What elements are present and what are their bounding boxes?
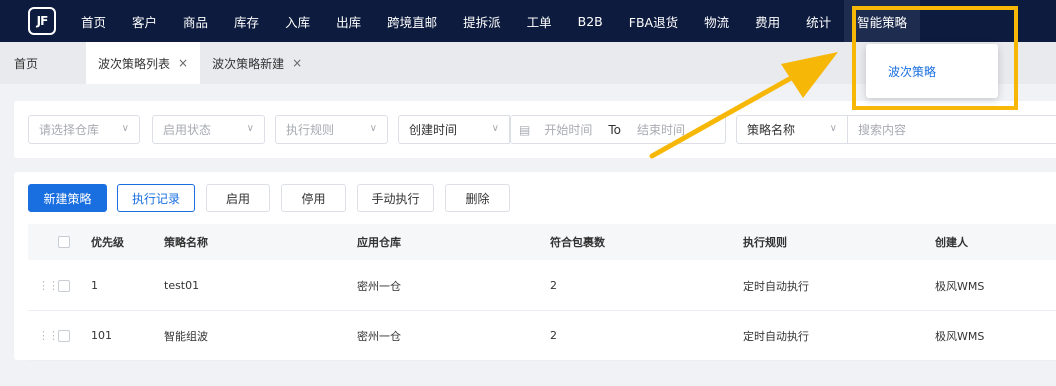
nav-item-statistics[interactable]: 统计 bbox=[793, 0, 844, 42]
row-priority: 101 bbox=[91, 329, 112, 342]
tab-wave-strategy-list[interactable]: 波次策略列表 × bbox=[86, 42, 201, 84]
chevron-down-icon: ∨ bbox=[121, 123, 129, 134]
chevron-down-icon: ∨ bbox=[491, 123, 499, 134]
nav-item-inventory[interactable]: 库存 bbox=[221, 0, 272, 42]
new-strategy-button[interactable]: 新建策略 bbox=[28, 184, 107, 212]
close-icon[interactable]: × bbox=[292, 56, 302, 70]
menu-item-wave-strategy[interactable]: 波次策略 bbox=[888, 63, 936, 80]
search-field-value: 策略名称 bbox=[747, 123, 796, 137]
end-date-input[interactable]: 结束时间 bbox=[637, 121, 685, 138]
nav-item-b2b[interactable]: B2B bbox=[565, 0, 616, 42]
nav-item-customers[interactable]: 客户 bbox=[119, 0, 170, 42]
execution-records-button[interactable]: 执行记录 bbox=[117, 184, 195, 212]
tab-label: 波次策略列表 bbox=[98, 56, 171, 71]
table-row[interactable]: ⋮⋮ 101 智能组波 密州一仓 2 定时自动执行 极风WMS bbox=[28, 311, 1056, 361]
nav-item-pickup[interactable]: 提拆派 bbox=[450, 0, 514, 42]
column-header-rule[interactable]: 执行规则 bbox=[743, 224, 787, 260]
chevron-down-icon: ∨ bbox=[246, 123, 254, 134]
row-warehouse: 密州一仓 bbox=[357, 329, 401, 343]
filter-panel: 请选择仓库 ∨ 启用状态 ∨ 执行规则 ∨ 创建时间 ∨ ▤ 开始时间 To 结… bbox=[14, 101, 1056, 158]
row-name: 智能组波 bbox=[164, 329, 208, 343]
column-header-name[interactable]: 策略名称 bbox=[164, 224, 208, 260]
tab-home[interactable]: 首页 bbox=[0, 42, 86, 84]
nav-item-products[interactable]: 商品 bbox=[170, 0, 221, 42]
status-select-placeholder: 启用状态 bbox=[163, 123, 212, 137]
search-input-placeholder: 搜索内容 bbox=[858, 123, 907, 137]
row-package-count: 2 bbox=[550, 329, 557, 342]
drag-handle-icon[interactable]: ⋮⋮ bbox=[38, 261, 59, 310]
time-type-value: 创建时间 bbox=[409, 123, 458, 137]
table-header: 优先级 策略名称 应用仓库 符合包裹数 执行规则 创建人 bbox=[28, 224, 1056, 260]
tab-label: 波次策略新建 bbox=[212, 56, 285, 71]
nav-item-tickets[interactable]: 工单 bbox=[514, 0, 565, 42]
smart-strategy-dropdown: 波次策略 bbox=[866, 44, 998, 98]
logo[interactable]: JF bbox=[28, 7, 56, 35]
status-select[interactable]: 启用状态 ∨ bbox=[152, 115, 265, 144]
nav-item-inbound[interactable]: 入库 bbox=[272, 0, 323, 42]
nav-item-fees[interactable]: 费用 bbox=[742, 0, 793, 42]
search-field-select[interactable]: 策略名称 ∨ bbox=[736, 115, 848, 144]
search-input[interactable]: 搜索内容 bbox=[848, 115, 1056, 144]
table-row[interactable]: ⋮⋮ 1 test01 密州一仓 2 定时自动执行 极风WMS bbox=[28, 261, 1056, 311]
row-warehouse: 密州一仓 bbox=[357, 279, 401, 293]
manual-execute-button[interactable]: 手动执行 bbox=[357, 184, 434, 212]
row-creator: 极风WMS bbox=[935, 329, 985, 343]
nav-item-logistics[interactable]: 物流 bbox=[691, 0, 742, 42]
select-all-checkbox[interactable] bbox=[58, 224, 70, 260]
time-type-select[interactable]: 创建时间 ∨ bbox=[398, 115, 510, 144]
row-creator: 极风WMS bbox=[935, 279, 985, 293]
rule-select[interactable]: 执行规则 ∨ bbox=[275, 115, 388, 144]
nav-item-cross-border[interactable]: 跨境直邮 bbox=[374, 0, 450, 42]
column-header-priority[interactable]: 优先级 bbox=[91, 224, 124, 260]
chevron-down-icon: ∨ bbox=[829, 123, 837, 134]
row-checkbox[interactable] bbox=[58, 311, 70, 360]
warehouse-select-placeholder: 请选择仓库 bbox=[39, 123, 100, 137]
close-icon[interactable]: × bbox=[178, 56, 188, 70]
row-rule: 定时自动执行 bbox=[743, 329, 809, 343]
column-header-creator[interactable]: 创建人 bbox=[935, 224, 968, 260]
nav-item-smart-strategy[interactable]: 智能策略 bbox=[844, 0, 921, 42]
tab-home-label: 首页 bbox=[14, 56, 39, 71]
warehouse-select[interactable]: 请选择仓库 ∨ bbox=[28, 115, 140, 144]
chevron-down-icon: ∨ bbox=[369, 123, 377, 134]
tab-wave-strategy-create[interactable]: 波次策略新建 × bbox=[200, 42, 314, 84]
column-header-package-count[interactable]: 符合包裹数 bbox=[550, 224, 605, 260]
date-range-separator: To bbox=[608, 122, 621, 137]
date-range-picker[interactable]: ▤ 开始时间 To 结束时间 bbox=[510, 115, 726, 144]
drag-handle-icon[interactable]: ⋮⋮ bbox=[38, 311, 59, 360]
top-navigation: JF 首页 客户 商品 库存 入库 出库 跨境直邮 提拆派 工单 B2B FBA… bbox=[0, 0, 1056, 42]
column-header-warehouse[interactable]: 应用仓库 bbox=[357, 224, 401, 260]
nav-item-home[interactable]: 首页 bbox=[68, 0, 119, 42]
calendar-icon: ▤ bbox=[519, 122, 531, 137]
row-name: test01 bbox=[164, 279, 200, 292]
strategy-table-panel: 新建策略 执行记录 启用 停用 手动执行 删除 优先级 策略名称 应用仓库 符合… bbox=[14, 172, 1056, 361]
enable-button[interactable]: 启用 bbox=[206, 184, 270, 212]
row-checkbox[interactable] bbox=[58, 261, 70, 310]
disable-button[interactable]: 停用 bbox=[281, 184, 346, 212]
row-priority: 1 bbox=[91, 279, 98, 292]
nav-item-fba-returns[interactable]: FBA退货 bbox=[616, 0, 691, 42]
row-rule: 定时自动执行 bbox=[743, 279, 809, 293]
row-package-count: 2 bbox=[550, 279, 557, 292]
rule-select-placeholder: 执行规则 bbox=[286, 123, 335, 137]
nav-item-outbound[interactable]: 出库 bbox=[323, 0, 374, 42]
delete-button[interactable]: 删除 bbox=[445, 184, 510, 212]
start-date-input[interactable]: 开始时间 bbox=[544, 121, 592, 138]
